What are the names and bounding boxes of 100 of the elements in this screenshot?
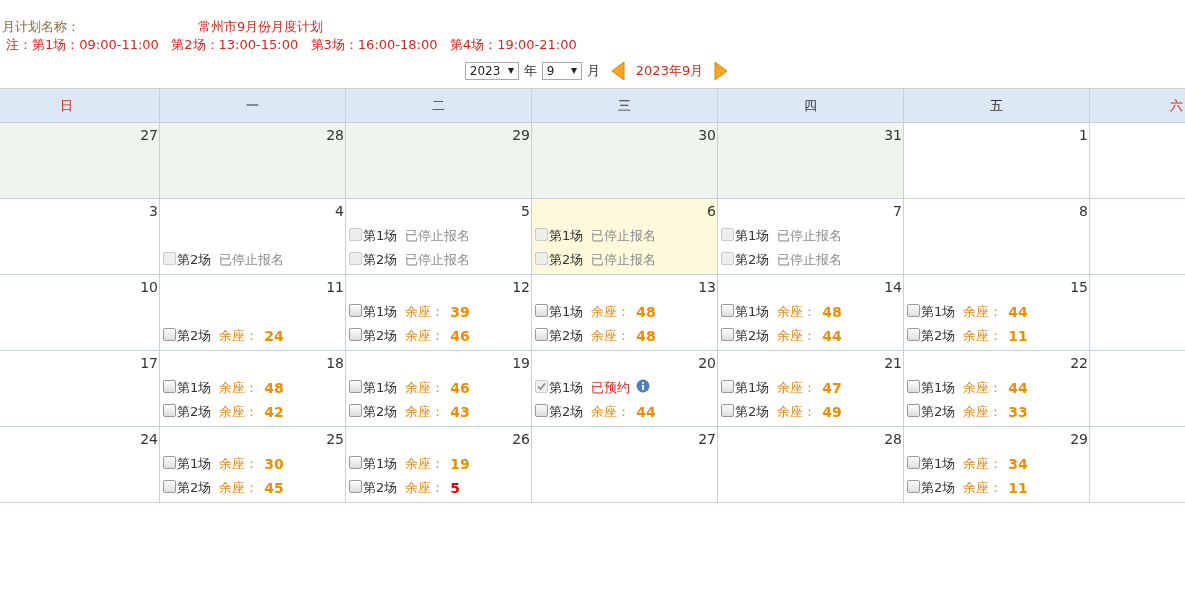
day-number: 5 bbox=[521, 203, 530, 221]
session-checkbox[interactable] bbox=[163, 403, 176, 417]
seats-label: 余座： bbox=[405, 379, 445, 397]
day-number: 3 bbox=[149, 203, 158, 221]
seat-count: 47 bbox=[822, 380, 842, 396]
day-number: 6 bbox=[707, 203, 716, 221]
seat-count: 34 bbox=[1008, 456, 1028, 472]
seat-count: 43 bbox=[450, 404, 470, 420]
seats-label: 余座： bbox=[405, 479, 445, 497]
day-number: 14 bbox=[884, 279, 902, 297]
seat-count: 11 bbox=[1008, 328, 1028, 344]
session-checkbox[interactable] bbox=[721, 303, 734, 317]
day-number: 29 bbox=[512, 127, 530, 145]
seat-count: 33 bbox=[1008, 404, 1028, 420]
day-number: 11 bbox=[326, 279, 344, 297]
seat-count: 46 bbox=[450, 380, 470, 396]
session-checkbox[interactable] bbox=[163, 455, 176, 469]
seat-count: 48 bbox=[636, 328, 656, 344]
session-checkbox[interactable] bbox=[349, 455, 362, 469]
session-label: 第1场 bbox=[549, 303, 584, 321]
session-checkbox[interactable] bbox=[721, 403, 734, 417]
seats-label: 余座： bbox=[777, 303, 817, 321]
session-status: 已停止报名 bbox=[405, 251, 471, 269]
session-label: 第1场 bbox=[735, 303, 770, 321]
session-label: 第1场 bbox=[921, 379, 956, 397]
session-checkbox[interactable] bbox=[163, 379, 176, 393]
session-label: 第2场 bbox=[921, 403, 956, 421]
session-checkbox[interactable] bbox=[349, 327, 362, 341]
weekday-header: 日 bbox=[60, 96, 73, 115]
month-label: 月 bbox=[586, 62, 600, 80]
session-label: 第2场 bbox=[177, 327, 212, 345]
weekday-header: 一 bbox=[246, 96, 259, 115]
day-number: 30 bbox=[698, 127, 716, 145]
seats-label: 余座： bbox=[777, 403, 817, 421]
previous-month-icon[interactable] bbox=[610, 61, 625, 81]
day-number: 17 bbox=[140, 355, 158, 373]
day-number: 25 bbox=[326, 431, 344, 449]
session-checkbox[interactable] bbox=[349, 379, 362, 393]
year-select[interactable]: 2023 bbox=[464, 62, 519, 80]
session-label: 第2场 bbox=[921, 327, 956, 345]
day-number: 12 bbox=[512, 279, 530, 297]
session-label: 第1场 bbox=[363, 379, 398, 397]
seat-count: 11 bbox=[1008, 480, 1028, 496]
seats-label: 余座： bbox=[405, 327, 445, 345]
month-select[interactable]: 9 bbox=[541, 62, 582, 80]
session-label: 第2场 bbox=[735, 403, 770, 421]
session-checkbox[interactable] bbox=[163, 479, 176, 493]
session-checkbox[interactable] bbox=[163, 327, 176, 341]
session-checkbox[interactable] bbox=[907, 379, 920, 393]
day-number: 13 bbox=[698, 279, 716, 297]
session-checkbox[interactable] bbox=[907, 403, 920, 417]
session-label: 第1场 bbox=[549, 379, 584, 397]
seats-label: 余座： bbox=[963, 379, 1003, 397]
session-note: 注：第1场：09:00-11:00 第2场：13:00-15:00 第3场：16:00-18:00 第4场：19:00-21:00 bbox=[5, 36, 578, 54]
session-checkbox[interactable] bbox=[535, 403, 548, 417]
day-number: 21 bbox=[884, 355, 902, 373]
info-icon[interactable] bbox=[636, 379, 651, 393]
seat-count: 44 bbox=[1008, 304, 1028, 320]
seats-label: 余座： bbox=[219, 479, 259, 497]
seats-label: 余座： bbox=[405, 403, 445, 421]
session-label: 第1场 bbox=[363, 227, 398, 245]
session-checkbox[interactable] bbox=[907, 327, 920, 341]
seats-label: 余座： bbox=[591, 303, 631, 321]
session-label: 第1场 bbox=[921, 455, 956, 473]
session-checkbox[interactable] bbox=[349, 303, 362, 317]
day-number: 28 bbox=[884, 431, 902, 449]
seats-label: 余座： bbox=[405, 303, 445, 321]
session-checkbox[interactable] bbox=[535, 327, 548, 341]
session-label: 第2场 bbox=[363, 403, 398, 421]
session-status: 已停止报名 bbox=[591, 227, 657, 245]
session-label: 第1场 bbox=[921, 303, 956, 321]
day-number: 1 bbox=[1079, 127, 1088, 145]
session-checkbox[interactable] bbox=[535, 303, 548, 317]
session-checkbox[interactable] bbox=[721, 379, 734, 393]
session-label: 第2场 bbox=[921, 479, 956, 497]
seat-count: 48 bbox=[264, 380, 284, 396]
session-checkbox[interactable] bbox=[907, 455, 920, 469]
session-label: 第1场 bbox=[735, 227, 770, 245]
seats-label: 余座： bbox=[591, 403, 631, 421]
day-number: 10 bbox=[140, 279, 158, 297]
seats-label: 余座： bbox=[963, 479, 1003, 497]
seat-count: 39 bbox=[450, 304, 470, 320]
next-month-icon[interactable] bbox=[714, 61, 729, 81]
session-status: 已预约 bbox=[591, 379, 631, 397]
session-checkbox[interactable] bbox=[721, 327, 734, 341]
seat-count: 44 bbox=[822, 328, 842, 344]
session-label: 第1场 bbox=[363, 303, 398, 321]
session-checkbox[interactable] bbox=[349, 479, 362, 493]
weekday-header: 三 bbox=[618, 96, 631, 115]
weekday-header: 六 bbox=[1170, 96, 1183, 115]
day-number: 27 bbox=[140, 127, 158, 145]
session-checkbox[interactable] bbox=[907, 303, 920, 317]
session-label: 第2场 bbox=[177, 479, 212, 497]
day-number: 22 bbox=[1070, 355, 1088, 373]
weekday-header: 二 bbox=[432, 96, 445, 115]
session-checkbox[interactable] bbox=[349, 403, 362, 417]
session-status: 已停止报名 bbox=[405, 227, 471, 245]
day-number: 8 bbox=[1079, 203, 1088, 221]
session-checkbox[interactable] bbox=[907, 479, 920, 493]
day-number: 7 bbox=[893, 203, 902, 221]
